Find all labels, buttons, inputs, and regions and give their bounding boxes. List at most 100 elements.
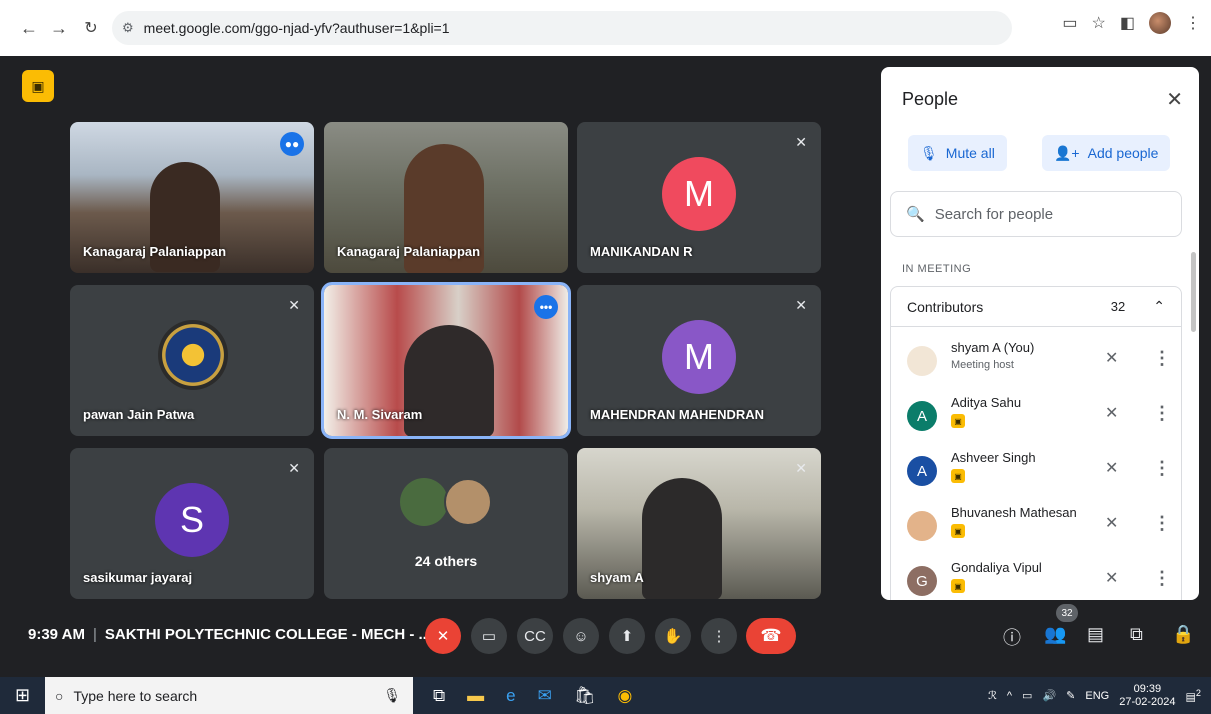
back-icon[interactable]: ← bbox=[14, 13, 44, 43]
search-people-input[interactable]: 🔍 Search for people bbox=[890, 191, 1182, 237]
reload-icon[interactable]: ↻ bbox=[76, 13, 106, 43]
meet-area: ▣ ●● Kanagaraj Palaniappan Kanagaraj Pal… bbox=[0, 56, 1211, 674]
network-icon[interactable]: ▭ bbox=[1022, 689, 1032, 702]
more-options-icon[interactable]: ⋮ bbox=[1153, 403, 1171, 424]
hangup-icon: ☎ bbox=[760, 626, 782, 645]
contributors-header[interactable]: Contributors 32 ⌃ bbox=[891, 287, 1181, 327]
host-controls-icon[interactable]: ▣ bbox=[22, 70, 54, 102]
star-icon[interactable]: ☆ bbox=[1092, 13, 1106, 33]
people-icon[interactable]: 👥 bbox=[1044, 624, 1066, 645]
edge-browser-icon[interactable]: e bbox=[506, 686, 515, 706]
people-tray-icon[interactable]: ℛ bbox=[988, 689, 997, 702]
microphone-icon[interactable]: 🎙 bbox=[383, 687, 401, 704]
cast-icon[interactable]: ▭ bbox=[1062, 13, 1077, 33]
pen-icon[interactable]: ✎ bbox=[1066, 689, 1075, 702]
control-bar: 9:39 AM | SAKTHI POLYTECHNIC COLLEGE - MEC… bbox=[0, 604, 1211, 674]
participant-row[interactable]: G Gondaliya Vipul ▣ ✕ ⋮ bbox=[891, 554, 1181, 600]
menu-icon[interactable]: ⋮ bbox=[1185, 13, 1201, 33]
participant-row[interactable]: A Aditya Sahu ▣ ✕ ⋮ bbox=[891, 389, 1181, 444]
more-options-icon[interactable]: ⋮ bbox=[1153, 348, 1171, 369]
volume-icon[interactable]: 🔊 bbox=[1042, 689, 1056, 702]
chevron-up-icon[interactable]: ^ bbox=[1007, 690, 1012, 702]
mic-off-icon[interactable]: ✕ bbox=[1105, 458, 1118, 478]
others-tile[interactable]: 24 others bbox=[324, 448, 568, 599]
leave-call-button[interactable]: ☎ bbox=[746, 618, 796, 654]
participant-tile[interactable]: Kanagaraj Palaniappan bbox=[324, 122, 568, 273]
mail-icon[interactable]: ✉ bbox=[538, 686, 552, 706]
taskbar: ⊞ ○ Type here to search 🎙 ⧉ ▬ e ✉ 🛍 ◉ ℛ … bbox=[0, 677, 1211, 714]
participant-name: Gondaliya Vipul bbox=[951, 560, 1042, 575]
participant-name: Aditya Sahu bbox=[951, 395, 1022, 410]
close-icon[interactable]: ✕ bbox=[1166, 87, 1183, 112]
camera-toggle-button[interactable]: ▭ bbox=[471, 618, 507, 654]
profile-avatar[interactable] bbox=[1149, 12, 1171, 34]
participant-tile[interactable]: ✕ M MAHENDRAN MAHENDRAN bbox=[577, 285, 821, 436]
info-icon[interactable]: ⓘ bbox=[1003, 624, 1021, 650]
mic-toggle-button[interactable]: ✕ bbox=[425, 618, 461, 654]
notification-icon[interactable]: ▤2 bbox=[1186, 688, 1202, 704]
mic-off-icon[interactable]: ✕ bbox=[1105, 568, 1118, 588]
participant-tile[interactable]: ✕ M MANIKANDAN R bbox=[577, 122, 821, 273]
taskbar-search-placeholder: Type here to search bbox=[73, 687, 198, 704]
avatar: G bbox=[907, 566, 937, 596]
notification-count: 2 bbox=[1195, 687, 1201, 698]
mute-all-button[interactable]: 🎙 Mute all bbox=[908, 135, 1007, 171]
raise-hand-button[interactable]: ✋ bbox=[655, 618, 691, 654]
task-view-icon[interactable]: ⧉ bbox=[433, 686, 445, 706]
section-label: IN MEETING bbox=[902, 263, 972, 275]
participant-tile[interactable]: ✕ shyam A bbox=[577, 448, 821, 599]
chrome-icon[interactable]: ◉ bbox=[617, 686, 632, 706]
avatar: S bbox=[155, 483, 229, 557]
address-bar[interactable]: ⚙ meet.google.com/ggo-njad-yfv?authuser=… bbox=[112, 11, 1012, 45]
forward-icon[interactable]: → bbox=[44, 13, 74, 43]
chevron-up-icon[interactable]: ⌃ bbox=[1153, 298, 1165, 315]
present-icon: ⬆ bbox=[620, 628, 634, 645]
participant-row[interactable]: A Ashveer Singh ▣ ✕ ⋮ bbox=[891, 444, 1181, 499]
windows-start-icon[interactable]: ⊞ bbox=[0, 685, 45, 706]
captions-button[interactable]: CC bbox=[517, 618, 553, 654]
file-explorer-icon[interactable]: ▬ bbox=[467, 686, 484, 706]
present-button[interactable]: ⬆ bbox=[609, 618, 645, 654]
participant-tile[interactable]: ••• N. M. Sivaram bbox=[321, 282, 571, 439]
people-count-badge: 32 bbox=[1056, 604, 1078, 622]
add-people-button[interactable]: 👤+ Add people bbox=[1042, 135, 1171, 171]
store-icon[interactable]: 🛍 bbox=[574, 686, 596, 706]
language-indicator[interactable]: ENG bbox=[1085, 690, 1109, 702]
chat-icon[interactable]: ▤ bbox=[1087, 624, 1104, 645]
taskbar-search[interactable]: ○ Type here to search 🎙 bbox=[45, 677, 413, 714]
clock-time: 09:39 bbox=[1133, 682, 1162, 695]
search-icon: 🔍 bbox=[906, 206, 925, 223]
avatar: M bbox=[662, 157, 736, 231]
hand-icon: ✋ bbox=[663, 628, 683, 645]
mic-off-icon[interactable]: ✕ bbox=[1105, 403, 1118, 423]
participant-row[interactable]: shyam A (You) Meeting host ✕ ⋮ bbox=[891, 334, 1181, 389]
host-badge-icon: ▣ bbox=[951, 524, 965, 538]
host-controls-icon[interactable]: 🔒 bbox=[1172, 624, 1194, 645]
mic-off-icon[interactable]: ✕ bbox=[1105, 513, 1118, 533]
activities-icon[interactable]: ⧉ bbox=[1130, 624, 1143, 645]
site-info-icon[interactable]: ⚙ bbox=[122, 20, 134, 36]
panel-scrollbar[interactable] bbox=[1191, 252, 1196, 332]
mic-off-icon[interactable]: ✕ bbox=[1105, 348, 1118, 368]
host-badge-icon: ▣ bbox=[951, 579, 965, 593]
people-panel: People ✕ 🎙 Mute all 👤+ Add people 🔍 Sear… bbox=[881, 67, 1199, 600]
participant-row[interactable]: Bhuvanesh Mathesan ▣ ✕ ⋮ bbox=[891, 499, 1181, 554]
more-options-icon[interactable]: ⋮ bbox=[1153, 458, 1171, 479]
mic-off-icon: 🎙 bbox=[920, 144, 938, 161]
group-count: 32 bbox=[1110, 299, 1126, 314]
more-options-icon[interactable]: ⋮ bbox=[1153, 568, 1171, 589]
clock[interactable]: 09:39 27-02-2024 bbox=[1119, 683, 1175, 709]
participant-tile[interactable]: ✕ pawan Jain Patwa bbox=[70, 285, 314, 436]
more-options-button[interactable]: ⋮ bbox=[701, 618, 737, 654]
participant-tile[interactable]: ●● Kanagaraj Palaniappan bbox=[70, 122, 314, 273]
emoji-icon: ☺ bbox=[573, 627, 589, 645]
emoji-button[interactable]: ☺ bbox=[563, 618, 599, 654]
more-options-icon[interactable]: ⋮ bbox=[1153, 513, 1171, 534]
participant-tile[interactable]: ✕ S sasikumar jayaraj bbox=[70, 448, 314, 599]
meeting-info: 9:39 AM | SAKTHI POLYTECHNIC COLLEGE - MEC… bbox=[28, 626, 432, 643]
sidepanel-icon[interactable]: ◧ bbox=[1120, 13, 1135, 33]
clock-date: 27-02-2024 bbox=[1119, 695, 1176, 708]
mic-off-icon: ✕ bbox=[795, 134, 807, 150]
more-options-icon[interactable]: ••• bbox=[534, 295, 558, 319]
others-label: 24 others bbox=[414, 553, 478, 569]
